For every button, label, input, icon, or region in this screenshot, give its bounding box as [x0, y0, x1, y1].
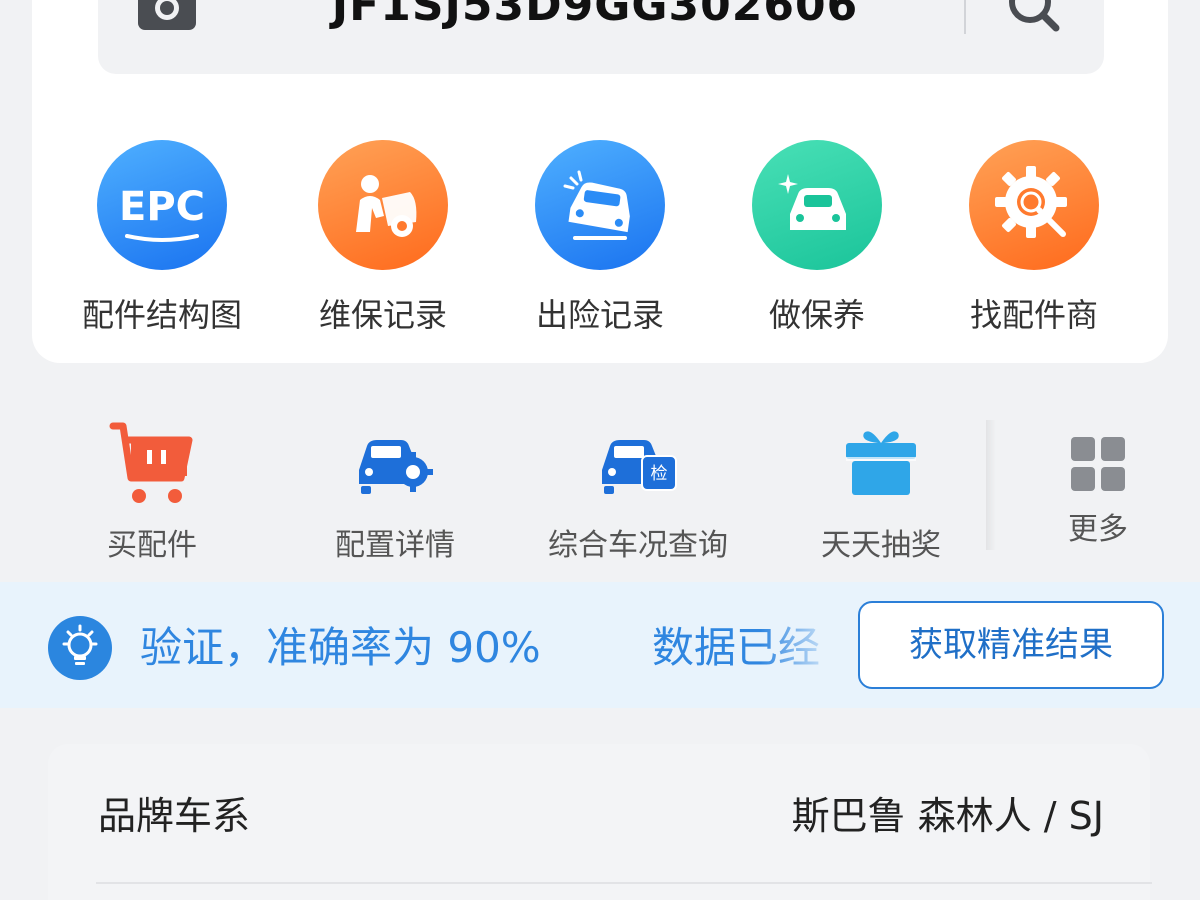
tool-label: 出险记录: [535, 296, 664, 334]
more-separator: [986, 420, 996, 550]
car-accident-icon: [535, 140, 665, 270]
vin-input[interactable]: JF1SJ53D9GG302606: [260, 0, 930, 34]
tool-find-supplier[interactable]: 找配件商: [934, 140, 1134, 340]
search-divider: [964, 0, 966, 34]
search-icon[interactable]: [1004, 0, 1064, 36]
tool-label: 做保养: [768, 296, 865, 334]
epc-icon: EPC: [97, 140, 227, 270]
shortcut-label: 天天抽奖: [821, 528, 941, 563]
brand-series-label: 品牌车系: [98, 794, 251, 838]
car-gear-icon: [359, 440, 433, 494]
svg-text:检: 检: [651, 464, 668, 484]
mechanic-repair-icon: [318, 140, 448, 270]
tool-parts-diagram[interactable]: EPC 配件结构图: [62, 140, 262, 340]
gear-search-icon: [969, 140, 1099, 270]
svg-text:EPC: EPC: [119, 184, 205, 230]
cart-icon: [109, 422, 193, 503]
tip-fade: [760, 612, 840, 692]
grid-icon: [1071, 437, 1125, 491]
shortcut-buy-parts[interactable]: 买配件: [102, 418, 202, 564]
tip-text: 验证，准确率为 90%: [140, 623, 541, 672]
row-divider: [96, 882, 1152, 884]
get-accurate-result-button[interactable]: 获取精准结果: [858, 601, 1164, 689]
tool-label: 配件结构图: [81, 296, 242, 334]
car-inspect-icon: 检: [602, 440, 677, 494]
tool-accident-records[interactable]: 出险记录: [500, 140, 700, 340]
tool-label: 找配件商: [969, 296, 1098, 334]
shortcut-daily-lottery[interactable]: 天天抽奖: [818, 418, 944, 564]
lightbulb-icon: [48, 616, 112, 680]
gift-icon: [846, 431, 916, 495]
tool-do-maintenance[interactable]: 做保养: [717, 140, 917, 340]
shortcut-label: 配置详情: [335, 528, 455, 563]
shortcut-vehicle-condition[interactable]: 检 综合车况查询: [543, 418, 733, 564]
tool-maintenance-records[interactable]: 维保记录: [283, 140, 483, 340]
shortcut-label: 更多: [1068, 512, 1128, 547]
shortcut-more[interactable]: 更多: [1058, 436, 1138, 548]
camera-icon[interactable]: [136, 0, 198, 32]
shortcut-label: 综合车况查询: [548, 528, 728, 563]
car-sparkle-icon: [752, 140, 882, 270]
shortcut-label: 买配件: [107, 528, 197, 563]
shortcut-config-details[interactable]: 配置详情: [330, 418, 460, 564]
brand-series-value: 斯巴鲁 森林人 / SJ: [791, 794, 1104, 838]
tool-label: 维保记录: [318, 296, 447, 334]
